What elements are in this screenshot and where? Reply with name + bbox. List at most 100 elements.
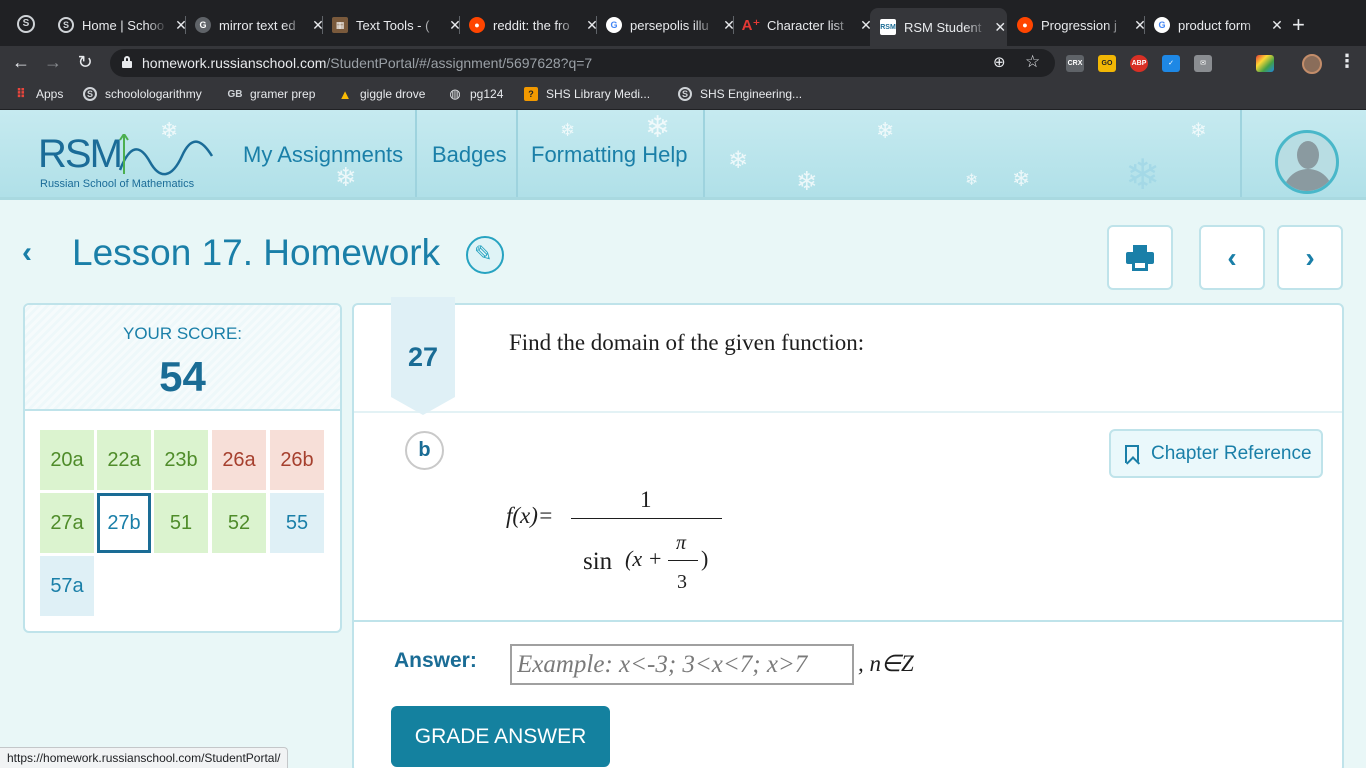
lesson-title: Lesson 17. Homework xyxy=(72,232,441,273)
browser-tab[interactable]: G product form ✕ xyxy=(1154,10,1284,40)
problem-number: 27 xyxy=(407,342,439,372)
grade-answer-button[interactable]: GRADE ANSWER xyxy=(391,706,610,767)
problem-cell-55[interactable]: 55 xyxy=(270,493,324,553)
problem-prompt: Find the domain of the given function: xyxy=(509,330,865,355)
snowflake-icon: ❄ xyxy=(1125,151,1161,198)
previous-problem-button[interactable]: ‹ xyxy=(1199,225,1265,290)
tab-label: reddit: the fro xyxy=(493,17,570,33)
gb-icon: GB xyxy=(227,88,243,100)
logo-subtitle: Russian School of Mathematics xyxy=(40,178,195,190)
profile-avatar[interactable] xyxy=(1302,54,1322,74)
rsm-logo[interactable]: RSM Russian School of Mathematics xyxy=(38,132,214,190)
nav-divider xyxy=(415,110,417,197)
problem-cell-22a[interactable]: 22a xyxy=(97,430,151,490)
problem-part-badge: b xyxy=(405,431,444,470)
google-icon: G xyxy=(606,17,622,33)
browser-tab[interactable]: S Home | Schoo ✕ xyxy=(58,10,188,40)
problem-cell-52[interactable]: 52 xyxy=(212,493,266,553)
reddit-icon: ● xyxy=(1017,17,1033,33)
answer-suffix: , n∈Z xyxy=(858,651,914,676)
inner-fraction-bar xyxy=(668,560,698,561)
site-header: ❄ ❄ ❄ ❄ ❄ ❄ ❄ ❄ ❄ ❄ ❄ RSM Russian School… xyxy=(0,110,1366,200)
problem-cell-23b[interactable]: 23b xyxy=(154,430,208,490)
go-extension-icon[interactable]: GO xyxy=(1098,55,1116,72)
tab-label: product form xyxy=(1178,17,1251,33)
bookmark-item[interactable]: S schoolologarithmy xyxy=(83,87,202,101)
adblock-plus-icon[interactable]: ABP xyxy=(1130,55,1148,72)
s-circle-icon: S xyxy=(678,87,692,101)
google-icon: G xyxy=(1154,17,1170,33)
new-tab-plus-icon[interactable]: + xyxy=(1292,12,1305,38)
snowflake-icon: ❄ xyxy=(560,120,576,140)
bookmark-label: Apps xyxy=(36,87,64,101)
browser-tab[interactable]: ● reddit: the fro ✕ xyxy=(469,10,599,40)
globe-icon: ◍ xyxy=(449,86,461,101)
problem-cell-57a[interactable]: 57a xyxy=(40,556,94,616)
next-problem-button[interactable]: › xyxy=(1277,225,1343,290)
library-icon: ? xyxy=(524,87,538,101)
browser-tab[interactable]: G persepolis illu ✕ xyxy=(606,10,736,40)
status-bar-url: https://homework.russianschool.com/Stude… xyxy=(0,747,289,768)
problem-cell-20a[interactable]: 20a xyxy=(40,430,94,490)
divider xyxy=(354,620,1342,622)
nav-formatting-help[interactable]: Formatting Help xyxy=(531,142,688,168)
tab-divider xyxy=(733,16,734,34)
nav-divider xyxy=(516,110,518,197)
reload-icon[interactable]: ↻ xyxy=(74,52,96,73)
apps-grid-icon: ⠿ xyxy=(15,86,27,101)
star-bookmark-icon[interactable]: ☆ xyxy=(1025,52,1040,72)
formula-paren-open: (x + xyxy=(625,546,663,571)
snowflake-icon: ❄ xyxy=(728,147,749,174)
problem-cell-27b-current[interactable]: 27b xyxy=(97,493,151,553)
print-button[interactable] xyxy=(1107,225,1173,290)
answer-label: Answer: xyxy=(394,649,477,672)
nav-badges[interactable]: Badges xyxy=(432,142,507,168)
back-chevron-icon[interactable]: ‹ xyxy=(22,236,32,270)
back-arrow-icon[interactable]: ← xyxy=(10,52,32,73)
browser-tab[interactable]: ▦ Text Tools - ( ✕ xyxy=(332,10,462,40)
tab-close-icon[interactable]: ✕ xyxy=(993,19,1007,36)
crx-extension-icon[interactable]: CRX xyxy=(1066,55,1084,72)
extension-color-icon[interactable] xyxy=(1256,55,1274,72)
bookmark-label: SHS Engineering... xyxy=(700,87,803,101)
snowflake-icon: ❄ xyxy=(1012,166,1031,191)
problem-cell-26b[interactable]: 26b xyxy=(270,430,324,490)
bookmark-apps[interactable]: ⠿ Apps xyxy=(14,86,64,101)
browser-tab[interactable]: ● Progression j ✕ xyxy=(1017,10,1147,40)
browser-tab[interactable]: A⁺ Character list ✕ xyxy=(741,10,873,40)
user-avatar[interactable] xyxy=(1275,130,1339,194)
bookmark-label: schoolologarithmy xyxy=(105,87,202,101)
browser-tab-active[interactable]: RSM RSM Student ✕ xyxy=(870,8,1007,46)
divider xyxy=(354,411,1342,413)
address-bar[interactable]: homework.russianschool.com/StudentPortal… xyxy=(110,49,1055,77)
forward-arrow-icon[interactable]: → xyxy=(42,52,64,73)
answer-input[interactable] xyxy=(510,644,854,685)
problem-cell-51[interactable]: 51 xyxy=(154,493,208,553)
chapter-reference-button[interactable]: Chapter Reference xyxy=(1109,429,1323,478)
tab-close-icon[interactable]: ✕ xyxy=(1270,17,1284,34)
bookmark-item[interactable]: GB gramer prep xyxy=(227,87,316,101)
bookmark-item[interactable]: ? SHS Library Medi... xyxy=(524,87,650,101)
bookmark-item[interactable]: ◍ pg124 xyxy=(448,86,503,101)
snowflake-icon: ❄ xyxy=(1190,120,1207,142)
bookmark-item[interactable]: S SHS Engineering... xyxy=(678,87,802,101)
tab-divider xyxy=(596,16,597,34)
formula-pi: π xyxy=(676,532,687,554)
tab-label: Progression j xyxy=(1041,17,1117,33)
extension-check-icon[interactable]: ✓ xyxy=(1162,55,1180,72)
s-circle-icon[interactable]: S xyxy=(17,15,35,33)
problem-cell-26a[interactable]: 26a xyxy=(212,430,266,490)
lock-icon[interactable] xyxy=(122,56,132,68)
google-icon: G xyxy=(195,17,211,33)
snowflake-icon: ❄ xyxy=(796,166,818,196)
a-plus-icon: A⁺ xyxy=(741,17,761,34)
bookmark-item[interactable]: ▲ giggle drove xyxy=(338,87,426,102)
problem-cell-27a[interactable]: 27a xyxy=(40,493,94,553)
zoom-icon[interactable]: ⊕ xyxy=(993,53,1006,71)
menu-kebab-icon[interactable]: ⋮ xyxy=(1338,51,1356,72)
score-summary: YOUR SCORE: 54 xyxy=(25,305,340,411)
extension-mail-icon[interactable]: ✉ xyxy=(1194,55,1212,72)
nav-my-assignments[interactable]: My Assignments xyxy=(243,142,403,168)
browser-tab[interactable]: G mirror text ed ✕ xyxy=(195,10,325,40)
bookmark-icon xyxy=(1125,444,1139,463)
